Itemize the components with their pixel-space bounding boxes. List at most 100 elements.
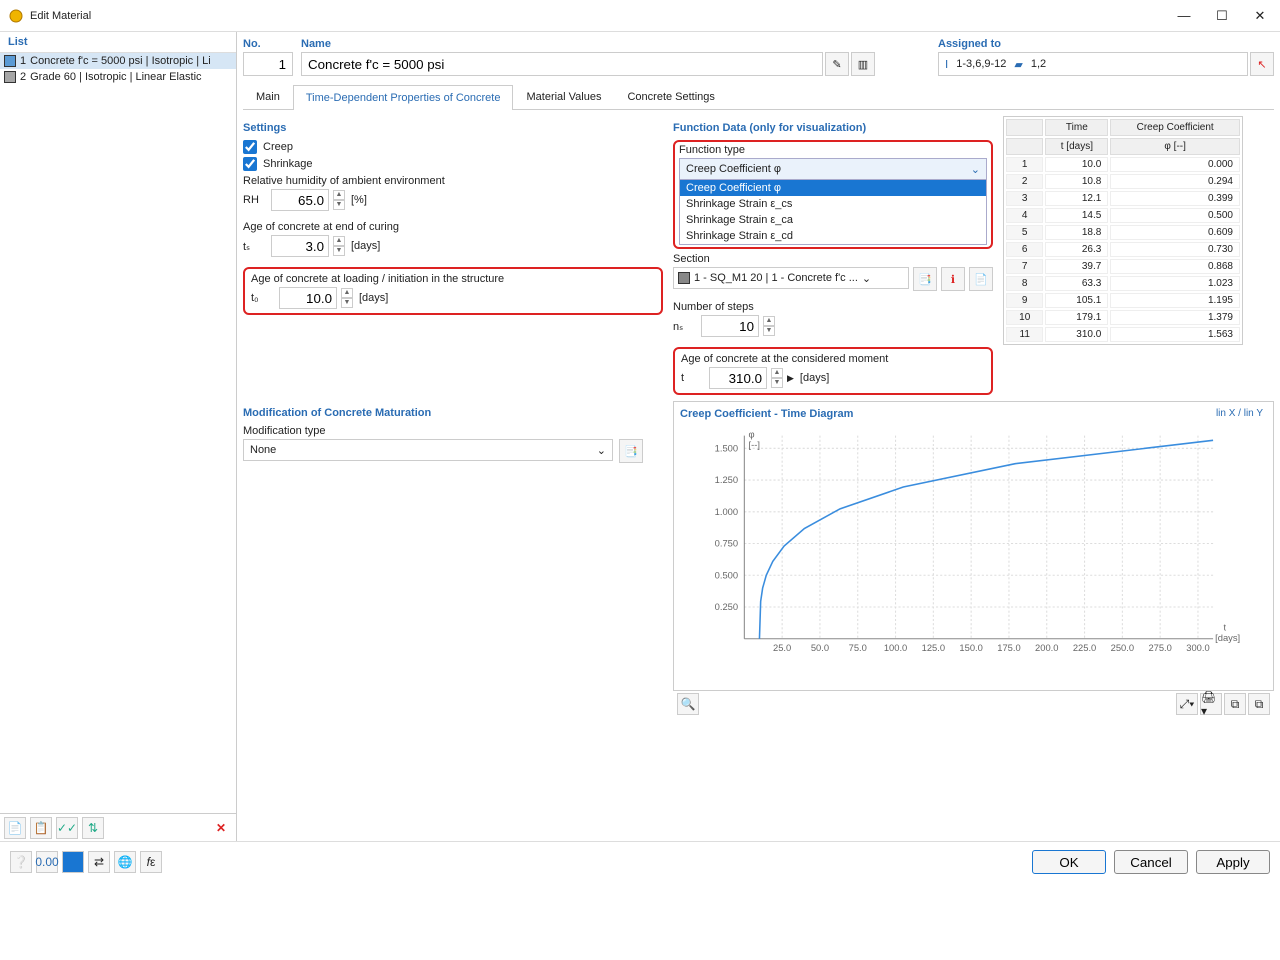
age-input[interactable]: [709, 367, 767, 389]
chart-print-icon[interactable]: 🖨▾: [1200, 693, 1222, 715]
spinner-icon[interactable]: ▲▼: [333, 190, 345, 210]
chevron-down-icon: ⌄: [597, 444, 606, 457]
dropdown-option[interactable]: Creep Coefficient φ: [680, 180, 986, 196]
select-icon[interactable]: ↖: [1250, 52, 1274, 76]
creep-chart: 0.2500.5000.7501.0001.2501.50025.050.075…: [680, 420, 1267, 670]
table-row[interactable]: 210.80.294: [1006, 174, 1240, 189]
tab-main[interactable]: Main: [243, 84, 293, 109]
section-select[interactable]: 1 - SQ_M1 20 | 1 - Concrete f'c ... ⌄: [673, 267, 909, 289]
chart-copy-icon[interactable]: ⧉: [1248, 693, 1270, 715]
modification-details-icon[interactable]: 📑: [619, 439, 643, 463]
chart-box: Creep Coefficient - Time Diagram lin X /…: [673, 401, 1274, 691]
modification-type-select[interactable]: None ⌄: [243, 439, 613, 461]
dropdown-option[interactable]: Shrinkage Strain ε_cs: [680, 196, 986, 212]
globe-icon[interactable]: 🌐: [114, 851, 136, 873]
svg-text:0.500: 0.500: [715, 570, 738, 580]
ts-input[interactable]: [271, 235, 329, 257]
no-input[interactable]: [243, 52, 293, 76]
app-icon: [8, 8, 24, 24]
library-icon[interactable]: ▥: [851, 52, 875, 76]
spinner-icon[interactable]: ▲▼: [763, 316, 775, 336]
svg-text:1.000: 1.000: [715, 507, 738, 517]
svg-text:25.0: 25.0: [773, 643, 791, 653]
table-row[interactable]: 9105.11.195: [1006, 293, 1240, 308]
name-input[interactable]: [301, 52, 823, 76]
play-icon[interactable]: ▶: [787, 373, 794, 384]
table-row[interactable]: 863.31.023: [1006, 276, 1240, 291]
sort-icon[interactable]: ⇅: [82, 817, 104, 839]
svg-text:1.250: 1.250: [715, 475, 738, 485]
shrinkage-checkbox[interactable]: Shrinkage: [243, 157, 663, 171]
spinner-icon[interactable]: ▲▼: [771, 368, 783, 388]
dropdown-option[interactable]: Shrinkage Strain ε_cd: [680, 228, 986, 244]
table-row[interactable]: 414.50.500: [1006, 208, 1240, 223]
table-row[interactable]: 312.10.399: [1006, 191, 1240, 206]
check-icon[interactable]: ✓✓: [56, 817, 78, 839]
section-browse-icon[interactable]: 📑: [913, 267, 937, 291]
creep-checkbox[interactable]: Creep: [243, 140, 663, 154]
tab-concrete-settings[interactable]: Concrete Settings: [614, 84, 727, 109]
svg-text:[--]: [--]: [749, 440, 760, 450]
maximize-button[interactable]: ☐: [1210, 8, 1234, 24]
steps-label: Number of steps: [673, 301, 993, 313]
svg-text:150.0: 150.0: [959, 643, 982, 653]
table-row[interactable]: 10179.11.379: [1006, 310, 1240, 325]
table-row[interactable]: 110.00.000: [1006, 157, 1240, 172]
color-swatch: [4, 71, 16, 83]
svg-text:125.0: 125.0: [922, 643, 945, 653]
svg-text:φ: φ: [749, 430, 755, 440]
window-title: Edit Material: [30, 10, 91, 22]
tab-material-values[interactable]: Material Values: [513, 84, 614, 109]
fx-icon[interactable]: fε: [140, 851, 162, 873]
section-swatch-icon: [678, 272, 690, 284]
delete-icon[interactable]: ✕: [210, 817, 232, 839]
t0-input[interactable]: [279, 287, 337, 309]
edit-icon[interactable]: ✎: [825, 52, 849, 76]
section-new-icon[interactable]: 📄: [969, 267, 993, 291]
spinner-icon[interactable]: ▲▼: [341, 288, 353, 308]
age-highlight: Age of concrete at the considered moment…: [673, 347, 993, 395]
copy-icon[interactable]: 📋: [30, 817, 52, 839]
ok-button[interactable]: OK: [1032, 850, 1106, 874]
tab-time-dependent[interactable]: Time-Dependent Properties of Concrete: [293, 85, 514, 110]
chart-axes-icon[interactable]: ⤢▾: [1176, 693, 1198, 715]
svg-text:[days]: [days]: [1215, 633, 1240, 643]
list-item[interactable]: 2 Grade 60 | Isotropic | Linear Elastic: [0, 69, 236, 85]
svg-text:50.0: 50.0: [811, 643, 829, 653]
rh-label: Relative humidity of ambient environment: [243, 175, 663, 187]
section-label: Section: [673, 253, 993, 265]
color-icon[interactable]: [62, 851, 84, 873]
units-icon[interactable]: 0.00: [36, 851, 58, 873]
diagram-icon[interactable]: ⇄: [88, 851, 110, 873]
help-icon[interactable]: ❔: [10, 851, 32, 873]
new-icon[interactable]: 📄: [4, 817, 26, 839]
spinner-icon[interactable]: ▲▼: [333, 236, 345, 256]
close-button[interactable]: ✕: [1248, 8, 1272, 24]
list-header: List: [0, 32, 236, 53]
svg-text:100.0: 100.0: [884, 643, 907, 653]
table-row[interactable]: 518.80.609: [1006, 225, 1240, 240]
cancel-button[interactable]: Cancel: [1114, 850, 1188, 874]
list-panel: List 1 Concrete f'c = 5000 psi | Isotrop…: [0, 32, 237, 841]
function-type-select[interactable]: Creep Coefficient φ ⌄: [679, 158, 987, 180]
steps-input[interactable]: [701, 315, 759, 337]
assigned-to-field[interactable]: Ⅰ1-3,6,9-12 ▰1,2: [938, 52, 1248, 76]
minimize-button[interactable]: —: [1172, 8, 1196, 24]
list-body[interactable]: 1 Concrete f'c = 5000 psi | Isotropic | …: [0, 53, 236, 813]
chart-inspect-icon[interactable]: 🔍: [677, 693, 699, 715]
list-item[interactable]: 1 Concrete f'c = 5000 psi | Isotropic | …: [0, 53, 236, 69]
chart-scale-label: lin X / lin Y: [1216, 408, 1263, 419]
name-label: Name: [301, 36, 875, 52]
dropdown-option[interactable]: Shrinkage Strain ε_ca: [680, 212, 986, 228]
assigned-label: Assigned to: [938, 36, 1274, 52]
svg-text:300.0: 300.0: [1186, 643, 1209, 653]
section-info-icon[interactable]: ℹ: [941, 267, 965, 291]
rh-input[interactable]: [271, 189, 329, 211]
apply-button[interactable]: Apply: [1196, 850, 1270, 874]
modification-type-label: Modification type: [243, 425, 663, 437]
table-row[interactable]: 626.30.730: [1006, 242, 1240, 257]
t0-label: Age of concrete at loading / initiation …: [251, 273, 655, 285]
table-row[interactable]: 739.70.868: [1006, 259, 1240, 274]
chart-export-icon[interactable]: ⧉: [1224, 693, 1246, 715]
table-row[interactable]: 11310.01.563: [1006, 327, 1240, 342]
